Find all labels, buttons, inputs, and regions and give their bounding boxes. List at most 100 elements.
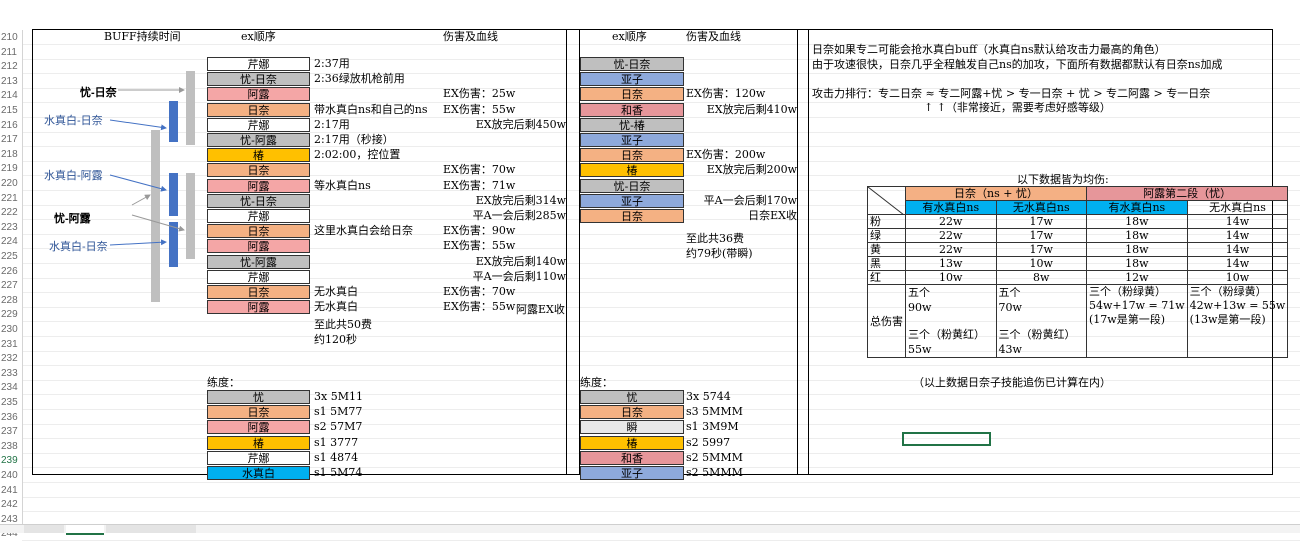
note-line-2: 由于攻速很快，日奈几乎全程触发自己ns的加攻，下面所有数据都默认有日奈ns加成 <box>812 58 1223 71</box>
table-cell: 17w <box>995 214 1087 229</box>
ex-order-cell: 椿 <box>207 435 310 450</box>
ex-order-cell: 芹娜 <box>207 209 310 223</box>
ex-hp-remaining: EX放完后剩410w <box>706 102 797 116</box>
ex-hp-remaining: EX放完后剩314w <box>475 193 566 207</box>
ex-order-cell: 阿露 <box>207 420 310 435</box>
ex-note: 无水真白 <box>314 300 358 314</box>
table-cell: 14w <box>1186 228 1289 243</box>
row-number[interactable]: 242 <box>0 497 22 512</box>
ex-order-cell: 忧-阿露 <box>207 254 310 269</box>
ex-note: 2:36绿放机枪前用 <box>314 72 405 86</box>
left-summary-cost: 至此共50费 <box>314 318 372 331</box>
row-number[interactable]: 235 <box>0 395 22 410</box>
table-cell: 13w <box>905 256 997 271</box>
table-cell: 17w <box>995 228 1087 243</box>
group-header-alu: 阿露第二段（忧） <box>1085 186 1289 201</box>
table-cell: 18w <box>1086 228 1188 243</box>
mid-damage-header: 伤害及血线 <box>686 30 741 43</box>
ex-note: 无水真白 <box>314 285 358 298</box>
label-water-alu: 水真白-阿露 <box>44 170 103 182</box>
ex-damage: EX伤害：55w <box>443 300 516 314</box>
left-last-damage: 阿露EX收 <box>516 303 565 316</box>
practice-value: s2 5997 <box>686 435 731 449</box>
row-number[interactable]: 240 <box>0 468 22 483</box>
grid-line <box>22 511 1300 513</box>
ex-order-cell: 和香 <box>580 450 684 465</box>
mid-summary-time: 约79秒(带瞬) <box>686 247 753 260</box>
table-cell: 22w <box>905 214 997 229</box>
ex-damage: EX伤害：200w <box>686 148 766 162</box>
ex-order-cell: 椿 <box>580 435 684 450</box>
grid-line <box>22 496 1300 498</box>
label-water-rina: 水真白-日奈 <box>44 115 103 127</box>
row-number[interactable]: 238 <box>0 439 22 454</box>
damage-header: 伤害及血线 <box>443 30 498 43</box>
row-number[interactable]: 236 <box>0 410 22 425</box>
ex-order-cell: 日奈 <box>580 87 684 102</box>
mid-practice-label: 练度： <box>580 376 613 389</box>
ex-order-cell: 亚子 <box>580 466 684 480</box>
total-text: 70w <box>998 301 1022 314</box>
total-text: 55w <box>908 343 932 356</box>
ex-order-cell: 忧-日奈 <box>207 193 310 208</box>
ex-hp-remaining: 平A一会后剩170w <box>703 193 797 207</box>
total-text: 三个（粉绿黄） <box>1089 285 1166 298</box>
row-number[interactable]: 234 <box>0 380 22 395</box>
table-cell: 22w <box>905 228 997 243</box>
ex-order-cell: 阿露 <box>207 178 310 193</box>
grid-line <box>22 365 1300 367</box>
ex-note: 带水真白ns和自己的ns <box>314 102 428 116</box>
ex-order-cell: 日奈 <box>207 285 310 299</box>
mid-summary-cost: 至此共36费 <box>686 232 744 245</box>
row-number[interactable]: 241 <box>0 483 22 498</box>
divider-1 <box>566 29 567 475</box>
ex-hp-remaining: 日奈EX收 <box>748 209 797 222</box>
row-number[interactable]: 232 <box>0 351 22 366</box>
row-number[interactable]: 233 <box>0 366 22 381</box>
damage-table: 日奈（ns + 忧） 阿露第二段（忧） 有水真白ns 无水真白ns 有水真白ns… <box>867 186 1289 358</box>
selected-cell[interactable] <box>902 432 991 446</box>
practice-value: s1 3M9M <box>686 420 739 434</box>
ex-order-cell: 忧-日奈 <box>580 178 684 193</box>
total-text: 五个 <box>998 286 1021 299</box>
table-cell: 10w <box>1186 270 1289 285</box>
ex-damage: EX伤害：120w <box>686 87 766 101</box>
total-cell-3: 三个（粉绿黄） 54w+17w = 71w (17w是第一段) <box>1086 284 1188 358</box>
label-water-rina-2: 水真白-日奈 <box>49 241 108 253</box>
ex-damage: EX伤害：55w <box>443 102 516 116</box>
ex-damage: EX伤害：70w <box>443 163 516 177</box>
attack-ranking: 攻击力排行：专二日奈 ≈ 专二阿露+忧 > 专一日奈 + 忧 > 专二阿露 > … <box>812 87 1211 100</box>
practice-value: 3x 5744 <box>686 390 731 403</box>
table-row: 绿 22w 17w 18w 14w <box>867 228 1289 243</box>
table-title: 以下数据皆为均伤: <box>1017 173 1109 186</box>
row-number[interactable]: 237 <box>0 424 22 439</box>
ex-note: 等水真白ns <box>314 178 371 192</box>
row-number[interactable]: 231 <box>0 337 22 352</box>
table-row: 红 10w 8w 12w 10w <box>867 270 1289 285</box>
total-text: 42w+13w = 55w <box>1189 299 1286 312</box>
total-text: 43w <box>998 343 1022 356</box>
table-row: 粉 22w 17w 18w 14w <box>867 214 1289 229</box>
sub-header-3: 有水真白ns <box>1086 200 1188 215</box>
table-cell: 8w <box>995 270 1087 285</box>
practice-value: s1 5M77 <box>314 405 363 419</box>
attack-ranking-note: ↑ ↑（非常接近，需要考虑好感等级） <box>924 101 1111 114</box>
row-number[interactable]: 239 <box>0 453 22 468</box>
ex-order-cell: 日奈 <box>580 209 684 223</box>
total-text: 三个（粉绿黄） <box>1189 285 1267 298</box>
ex-order-cell: 芹娜 <box>207 450 310 465</box>
ex-hp-remaining: 平A一会后剩285w <box>472 209 566 222</box>
row-number[interactable]: 230 <box>0 322 22 337</box>
ex-order-cell: 忧-日奈 <box>207 72 310 87</box>
ex-order-cell: 椿 <box>580 163 684 178</box>
ex-order-cell: 日奈 <box>207 405 310 420</box>
ex-order-cell: 忧 <box>207 390 310 404</box>
left-summary-time: 约120秒 <box>314 333 357 346</box>
row-number[interactable]: 229 <box>0 307 22 322</box>
ex-order-cell: 亚子 <box>580 193 684 208</box>
note-line-1: 日奈如果专二可能会抢水真白buff（水真白ns默认给攻击力最高的角色） <box>812 43 1166 56</box>
ex-hp-remaining: EX放完后剩200w <box>706 163 797 177</box>
sheet-tab-active[interactable] <box>66 525 104 535</box>
ex-order-cell: 芹娜 <box>207 57 310 71</box>
table-cell: 18w <box>1086 256 1188 271</box>
